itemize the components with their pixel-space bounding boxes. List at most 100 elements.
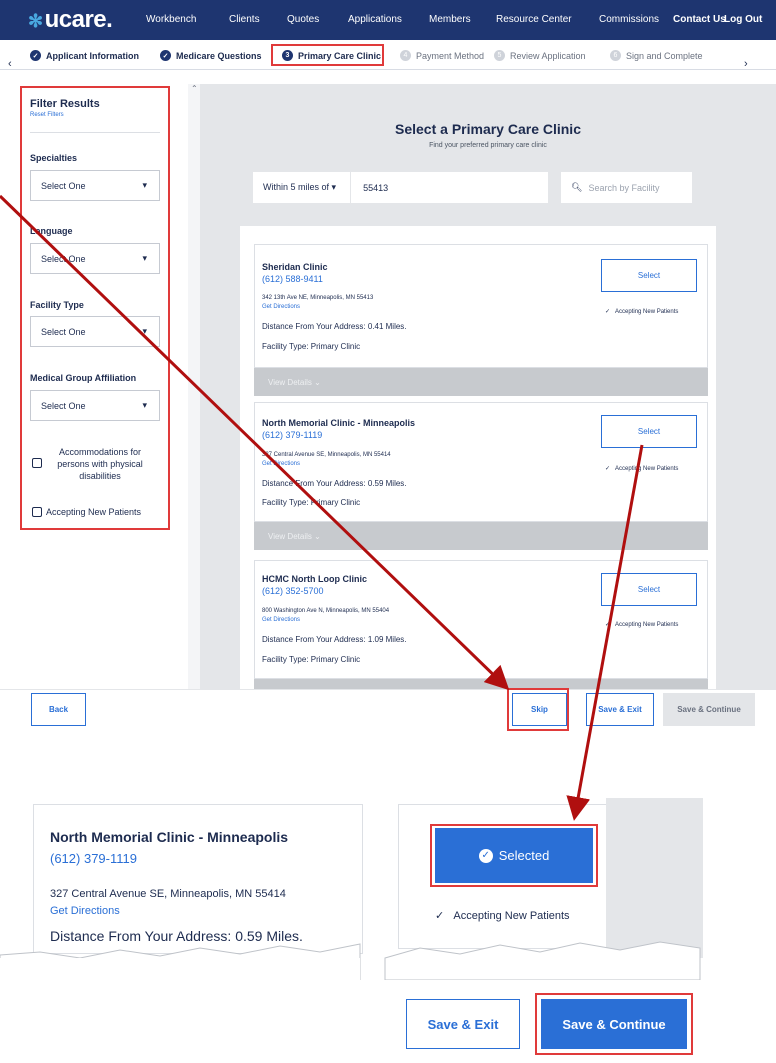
caret-down-icon: ▾ (142, 400, 147, 410)
zoomed-clinic-address: 327 Central Avenue SE, Minneapolis, MN 5… (50, 888, 286, 900)
nav-applications[interactable]: Applications (348, 14, 402, 25)
clinic-name: North Memorial Clinic - Minneapolis (262, 418, 416, 428)
sidebar-scroll-gutter[interactable] (188, 84, 200, 689)
caret-down-icon: ▾ (142, 253, 147, 263)
step-review-application[interactable]: 5 Review Application (494, 50, 586, 61)
save-exit-button[interactable]: Save & Exit (586, 693, 654, 726)
zoomed-clinic-phone[interactable]: (612) 379-1119 (50, 851, 137, 866)
language-label: Language (30, 226, 73, 236)
medical-group-select[interactable]: Select One ▾ (30, 390, 160, 421)
zoomed-save-exit-button[interactable]: Save & Exit (406, 999, 520, 1049)
accepting-status: ✓ Accepting New Patients (605, 622, 679, 628)
clinic-address: 342 13th Ave NE, Minneapolis, MN 55413 (262, 295, 374, 301)
zoomed-get-directions-link[interactable]: Get Directions (50, 905, 120, 917)
chevron-left-icon[interactable]: ‹ (8, 58, 12, 70)
clinic-name: Sheridan Clinic (262, 262, 328, 272)
snowflake-icon: ✻ (28, 11, 43, 31)
checkmark-icon: ✓ (435, 910, 454, 922)
selected-highlight-box (430, 824, 598, 887)
ucare-logo[interactable]: ✻ucare. (28, 6, 113, 34)
filter-title: Filter Results (30, 98, 100, 110)
clinic-distance: Distance From Your Address: 0.41 Miles. (262, 322, 407, 331)
checkmark-icon: ✓ (605, 309, 616, 315)
step-applicant-information[interactable]: ✓ Applicant Information (30, 50, 139, 61)
nav-clients[interactable]: Clients (229, 14, 260, 25)
step-number-icon: 6 (610, 50, 621, 61)
page-subtitle: Find your preferred primary care clinic (429, 142, 547, 149)
skip-highlight-box (507, 688, 569, 731)
clinic-facility-type: Facility Type: Primary Clinic (262, 342, 361, 351)
accommodations-checkbox[interactable] (32, 458, 42, 468)
caret-down-icon: ▾ (142, 180, 147, 190)
nav-workbench[interactable]: Workbench (146, 14, 196, 25)
location-search-bar: Within 5 miles of ▾ 55413 (253, 172, 548, 203)
save-continue-highlight-box (535, 993, 693, 1055)
view-details-toggle[interactable]: View Details ⌄ (254, 368, 708, 396)
clinic-facility-type: Facility Type: Primary Clinic (262, 498, 361, 507)
clinic-phone[interactable]: (612) 352-5700 (262, 586, 324, 596)
step-payment-method[interactable]: 4 Payment Method (400, 50, 484, 61)
get-directions-link[interactable]: Get Directions (262, 617, 300, 623)
get-directions-link[interactable]: Get Directions (262, 304, 300, 310)
facility-type-select[interactable]: Select One ▾ (30, 316, 160, 347)
medical-group-label: Medical Group Affiliation (30, 373, 137, 383)
back-button[interactable]: Back (31, 693, 86, 726)
checkmark-icon: ✓ (605, 622, 616, 628)
accepting-new-patients-checkbox[interactable] (32, 507, 42, 517)
accommodations-label: Accommodations for persons with physical… (57, 447, 143, 481)
accepting-status: ✓ Accepting New Patients (605, 309, 679, 315)
radius-dropdown[interactable]: Within 5 miles of ▾ (253, 182, 336, 193)
zoom-lower-area (0, 958, 360, 1063)
current-step-highlight (271, 44, 384, 66)
caret-down-icon: ▾ (142, 326, 147, 336)
chevron-down-icon: ⌄ (314, 531, 321, 541)
nav-quotes[interactable]: Quotes (287, 14, 319, 25)
select-clinic-button[interactable]: Select (601, 259, 697, 292)
nav-log-out[interactable]: Log Out (724, 14, 762, 25)
footer-bar (0, 689, 776, 731)
accepting-new-patients-label: Accepting New Patients (46, 507, 142, 517)
facility-search-input[interactable]: 🔍︎ Search by Facility (561, 172, 692, 203)
page-title: Select a Primary Care Clinic (395, 121, 581, 137)
accepting-status: ✓ Accepting New Patients (605, 466, 679, 472)
zoomed-background (606, 798, 703, 958)
view-details-toggle[interactable] (254, 679, 708, 689)
zoomed-accepting-status: ✓ Accepting New Patients (435, 910, 570, 922)
check-circle-icon: ✓ (30, 50, 41, 61)
zoomed-clinic-name: North Memorial Clinic - Minneapolis (50, 829, 289, 845)
step-number-icon: 4 (400, 50, 411, 61)
facility-type-label: Facility Type (30, 300, 84, 310)
clinic-distance: Distance From Your Address: 0.59 Miles. (262, 479, 407, 488)
nav-resource-center[interactable]: Resource Center (496, 14, 572, 25)
step-sign-and-complete[interactable]: 6 Sign and Complete (610, 50, 703, 61)
zip-input[interactable]: 55413 (350, 172, 520, 203)
check-circle-icon: ✓ (160, 50, 171, 61)
nav-members[interactable]: Members (429, 14, 471, 25)
clinic-phone[interactable]: (612) 379-1119 (262, 430, 322, 440)
clinic-facility-type: Facility Type: Primary Clinic (262, 655, 361, 664)
language-select[interactable]: Select One ▾ (30, 243, 160, 274)
chevron-right-icon[interactable]: › (744, 58, 748, 70)
caret-down-icon: ▾ (331, 182, 337, 192)
view-details-toggle[interactable]: View Details ⌄ (254, 522, 708, 550)
save-continue-button[interactable]: Save & Continue (663, 693, 755, 726)
checkmark-icon: ✓ (605, 466, 616, 472)
clinic-phone[interactable]: (612) 588-9411 (262, 274, 323, 284)
clinic-distance: Distance From Your Address: 1.09 Miles. (262, 635, 407, 644)
select-clinic-button[interactable]: Select (601, 573, 697, 606)
reset-filters-link[interactable]: Reset Filters (30, 112, 64, 118)
specialties-select[interactable]: Select One ▾ (30, 170, 160, 201)
specialties-label: Specialties (30, 153, 78, 163)
clinic-name: HCMC North Loop Clinic (262, 574, 367, 584)
chevron-down-icon: ⌄ (314, 377, 321, 387)
divider (30, 132, 160, 133)
nav-contact-us[interactable]: Contact Us (673, 14, 726, 25)
nav-commissions[interactable]: Commissions (599, 14, 659, 25)
select-clinic-button[interactable]: Select (601, 415, 697, 448)
clinic-address: 800 Washington Ave N, Minneapolis, MN 55… (262, 608, 390, 614)
get-directions-link[interactable]: Get Directions (262, 461, 300, 467)
chevron-up-icon[interactable]: ⌃ (191, 84, 198, 93)
step-medicare-questions[interactable]: ✓ Medicare Questions (160, 50, 262, 61)
search-icon: 🔍︎ (571, 182, 583, 192)
step-number-icon: 5 (494, 50, 505, 61)
